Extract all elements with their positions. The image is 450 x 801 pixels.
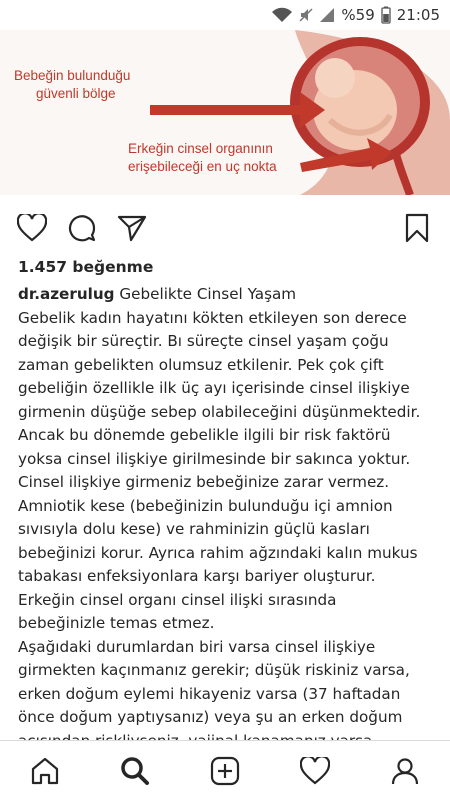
caption-title: Gebelikte Cinsel Yaşam [119, 285, 297, 303]
username-link[interactable]: dr.azerulug [18, 285, 115, 303]
activity-heart-icon[interactable] [293, 749, 337, 793]
caption-line: Aşağıdaki durumlardan biri varsa cinsel … [18, 637, 376, 656]
caption-line: tabakası enfeksiyonlara karşı bariyer ol… [18, 567, 376, 585]
share-icon[interactable] [115, 211, 149, 245]
caption-line: değişik bir süreçtir. Bı süreçte cinsel … [18, 332, 389, 350]
caption-line: girmenin düşüğe sebep olabileceğini düşü… [18, 402, 421, 421]
clock: 21:05 [396, 6, 440, 24]
mute-icon [299, 7, 313, 23]
caption-line: sıvısıyla dolu kese) ve rahminizin güçlü… [18, 520, 370, 538]
caption-line: erken doğum eylemi hikayeniz varsa (37 h… [18, 684, 401, 703]
bottom-navigation [0, 740, 450, 801]
wifi-icon [271, 7, 293, 23]
caption-line: Gebelik kadın hayatını kökten etkileyen … [18, 308, 407, 327]
caption-line: bebeğinizi korur. Ayrıca rahim ağzındaki… [18, 543, 418, 562]
status-bar: %59 21:05 [0, 0, 450, 30]
label-safe-zone: Bebeğin bulunduğu güvenli bölge [14, 68, 131, 101]
caption-line: bebeğinizle temas etmez. [18, 614, 215, 632]
profile-icon[interactable] [383, 749, 427, 793]
caption-line: Erkeğin cinsel organı cinsel ilişki sıra… [18, 590, 337, 609]
caption-line: Ancak bu dönemde gebelikle ilgili bir ri… [18, 426, 391, 444]
caption-line: gebeliğin özellikle ilk üç ayı içerisind… [18, 379, 410, 397]
comment-icon[interactable] [65, 211, 99, 245]
post-caption: dr.azerulug Gebelikte Cinsel Yaşam Gebel… [18, 283, 438, 753]
caption-body: Gebelik kadın hayatını kökten etkileyen … [18, 307, 438, 754]
battery-icon [381, 6, 391, 24]
caption-line: yoksa cinsel ilişkiye girilmesinde bir s… [18, 449, 411, 468]
likes-count[interactable]: 1.457 beğenme [18, 258, 153, 276]
label-reach-point: Erkeğin cinsel organının erişebileceği e… [128, 141, 277, 174]
caption-header: dr.azerulug Gebelikte Cinsel Yaşam [18, 283, 438, 307]
signal-icon [319, 7, 335, 23]
battery-text: %59 [341, 6, 375, 24]
caption-line: önce doğum yaptıysanız) veya şu an erken… [18, 708, 403, 726]
post-actions [0, 205, 450, 253]
post-image[interactable]: Bebeğin bulunduğu güvenli bölge Erkeğin … [0, 30, 450, 195]
caption-line: Cinsel ilişkiye girmeniz bebeğinize zara… [18, 473, 390, 491]
heart-icon[interactable] [15, 211, 49, 245]
home-icon[interactable] [23, 749, 67, 793]
caption-line: zaman gebelikten olumsuz etkilenir. Pek … [18, 355, 384, 374]
caption-line: girmekten kaçınmanız gerekir; düşük risk… [18, 661, 410, 679]
caption-line: Amniotik kese (bebeğinizin bulunduğu içi… [18, 496, 393, 515]
add-post-icon[interactable] [203, 749, 247, 793]
bookmark-icon[interactable] [400, 211, 434, 245]
search-icon[interactable] [113, 749, 157, 793]
